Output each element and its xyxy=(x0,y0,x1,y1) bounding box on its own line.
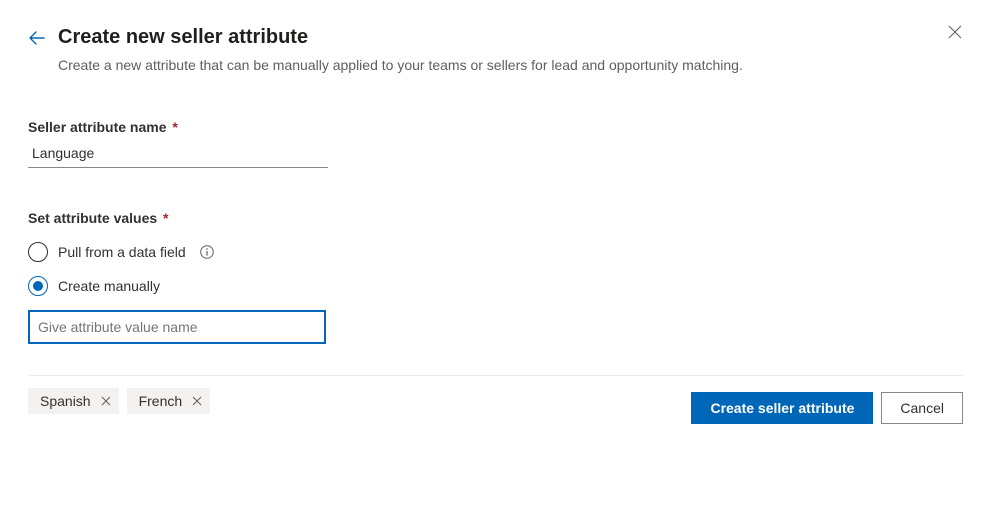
attribute-name-field: Seller attribute name * xyxy=(28,119,963,168)
info-icon[interactable] xyxy=(200,245,214,259)
cancel-button[interactable]: Cancel xyxy=(881,392,963,424)
attribute-name-label: Seller attribute name * xyxy=(28,119,178,135)
radio-create-manually[interactable]: Create manually xyxy=(28,276,963,296)
page-subtitle: Create a new attribute that can be manua… xyxy=(58,57,963,73)
create-attribute-button[interactable]: Create seller attribute xyxy=(691,392,873,424)
panel-footer: Create seller attribute Cancel xyxy=(28,375,963,424)
radio-pull-from-field[interactable]: Pull from a data field xyxy=(28,242,963,262)
page-title: Create new seller attribute xyxy=(58,26,308,49)
panel-header: Create new seller attribute xyxy=(28,26,963,49)
attribute-value-input-wrap xyxy=(28,310,963,344)
value-source-radio-group: Pull from a data field Create manually xyxy=(28,242,963,296)
create-attribute-panel: Create new seller attribute Create a new… xyxy=(0,0,991,440)
close-icon[interactable] xyxy=(947,24,963,43)
radio-label: Create manually xyxy=(58,278,160,294)
attribute-name-input[interactable] xyxy=(28,139,328,168)
radio-selected-dot-icon xyxy=(33,281,43,291)
radio-label: Pull from a data field xyxy=(58,244,186,260)
radio-icon xyxy=(28,242,48,262)
back-arrow-icon[interactable] xyxy=(28,29,46,47)
attribute-values-label: Set attribute values * xyxy=(28,210,963,226)
radio-icon xyxy=(28,276,48,296)
attribute-value-input[interactable] xyxy=(28,310,326,344)
